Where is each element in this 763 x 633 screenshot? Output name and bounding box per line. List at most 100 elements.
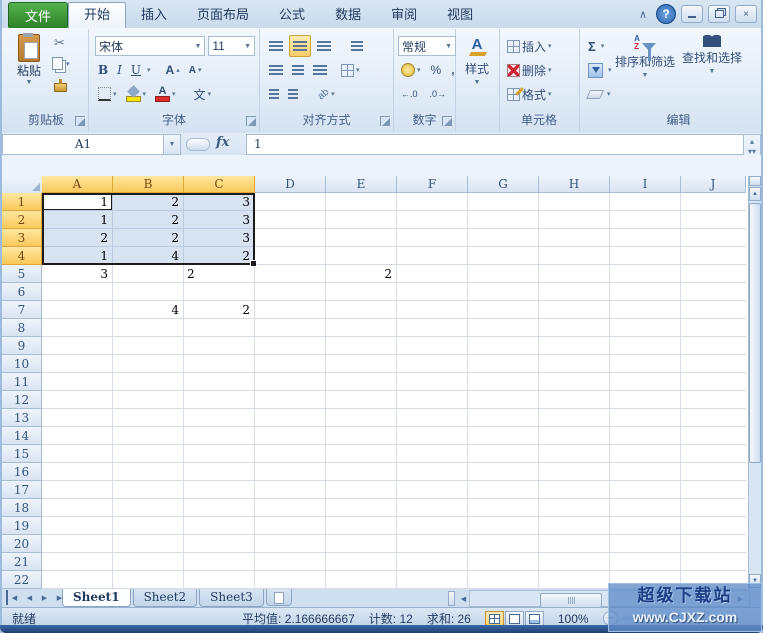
number-dialog-launcher-icon[interactable]	[442, 116, 452, 126]
cell-B7[interactable]: 4	[116, 303, 179, 317]
vertical-split-handle[interactable]	[749, 176, 761, 186]
column-header-B[interactable]: B	[113, 176, 184, 193]
clear-button[interactable]	[585, 84, 605, 104]
row-header-7[interactable]: 7	[2, 301, 42, 319]
worksheet-grid[interactable]: A B C D E F G H I J 1 2 3 4 5 6 7 8 9 10 11 12 13 14 15 16 17 18 19 2…	[2, 176, 748, 589]
column-header-I[interactable]: I	[610, 176, 681, 193]
increase-indent-button[interactable]	[285, 84, 301, 104]
row-header-16[interactable]: 16	[2, 463, 42, 481]
font-dialog-launcher-icon[interactable]	[246, 116, 256, 126]
restore-button[interactable]	[708, 5, 730, 23]
row-header-22[interactable]: 22	[2, 571, 42, 589]
tab-file[interactable]: 文件	[8, 2, 68, 29]
orientation-button[interactable]: ab ▾	[315, 84, 338, 104]
row-header-5[interactable]: 5	[2, 265, 42, 283]
cell-C4[interactable]: 2	[187, 249, 250, 263]
borders-button[interactable]: ▾	[95, 84, 120, 104]
minimize-button[interactable]	[681, 5, 703, 23]
wrap-text-button[interactable]	[348, 36, 366, 56]
cell-B2[interactable]: 2	[116, 213, 179, 227]
cell-A5[interactable]: 3	[45, 267, 108, 281]
italic-button[interactable]: I	[114, 60, 125, 80]
alignment-dialog-launcher-icon[interactable]	[380, 116, 390, 126]
ribbon-tab-2[interactable]: 插入	[126, 2, 182, 28]
tab-split-handle[interactable]	[448, 591, 455, 606]
row-header-6[interactable]: 6	[2, 283, 42, 301]
percent-style-button[interactable]: %	[428, 60, 445, 80]
align-right-button[interactable]	[310, 60, 330, 80]
number-format-select[interactable]: 常规 ▼	[398, 36, 456, 56]
cell-E5[interactable]: 2	[329, 267, 392, 281]
styles-button[interactable]: A 样式 ▼	[459, 33, 495, 86]
font-color-button[interactable]: A ▾	[152, 84, 179, 104]
zoom-level[interactable]: 100%	[558, 612, 589, 626]
row-header-17[interactable]: 17	[2, 481, 42, 499]
horizontal-scrollbar-thumb[interactable]	[540, 593, 602, 608]
cell-B4[interactable]: 4	[116, 249, 179, 263]
clipboard-dialog-launcher-icon[interactable]	[75, 116, 85, 126]
insert-function-button[interactable]: fx	[216, 135, 242, 150]
middle-align-button[interactable]	[289, 35, 311, 57]
row-header-14[interactable]: 14	[2, 427, 42, 445]
underline-dropdown-icon[interactable]: ▾	[147, 66, 151, 74]
column-header-F[interactable]: F	[397, 176, 468, 193]
decrease-indent-button[interactable]	[266, 84, 282, 104]
ribbon-tab-5[interactable]: 数据	[320, 2, 376, 28]
cut-button[interactable]: ✂	[54, 35, 65, 51]
row-header-11[interactable]: 11	[2, 373, 42, 391]
paste-button[interactable]: 粘贴 ▼	[10, 33, 48, 86]
ribbon-tab-3[interactable]: 页面布局	[182, 2, 264, 28]
row-header-9[interactable]: 9	[2, 337, 42, 355]
cell-C2[interactable]: 3	[187, 213, 250, 227]
row-header-2[interactable]: 2	[2, 211, 42, 229]
sheet-tab-Sheet3[interactable]: Sheet3	[199, 589, 264, 607]
row-header-18[interactable]: 18	[2, 499, 42, 517]
close-button[interactable]: ×	[735, 5, 757, 23]
row-header-20[interactable]: 20	[2, 535, 42, 553]
bottom-align-button[interactable]	[314, 36, 334, 56]
ribbon-tab-4[interactable]: 公式	[264, 2, 320, 28]
next-sheet-button[interactable]: ▶	[38, 590, 51, 605]
cell-C7[interactable]: 2	[187, 303, 250, 317]
column-header-A[interactable]: A	[42, 176, 113, 193]
sheet-tab-Sheet1[interactable]: Sheet1	[62, 589, 131, 607]
insert-worksheet-button[interactable]	[265, 589, 292, 606]
sheet-tab-Sheet2[interactable]: Sheet2	[132, 589, 198, 607]
row-header-15[interactable]: 15	[2, 445, 42, 463]
top-align-button[interactable]	[266, 36, 286, 56]
accounting-format-button[interactable]: ▾	[398, 60, 424, 80]
row-header-19[interactable]: 19	[2, 517, 42, 535]
cell-C5[interactable]: 2	[187, 267, 250, 281]
ribbon-tab-7[interactable]: 视图	[432, 2, 488, 28]
vertical-scrollbar[interactable]: ▲ ▼	[748, 176, 761, 589]
prev-sheet-button[interactable]: ◀	[23, 590, 36, 605]
help-icon[interactable]: ?	[656, 4, 676, 24]
formula-bar-splitter[interactable]	[186, 138, 210, 151]
fill-color-button[interactable]: ▾	[123, 84, 150, 104]
vertical-scrollbar-thumb[interactable]	[749, 203, 761, 463]
scroll-left-button[interactable]: ◀	[457, 591, 470, 606]
row-header-21[interactable]: 21	[2, 553, 42, 571]
ribbon-tab-6[interactable]: 审阅	[376, 2, 432, 28]
row-header-12[interactable]: 12	[2, 391, 42, 409]
phonetic-button[interactable]: 文 ▾	[191, 84, 215, 104]
row-header-4[interactable]: 4	[2, 247, 42, 265]
sort-filter-button[interactable]: AZ 排序和筛选 ▼	[612, 31, 678, 80]
name-box[interactable]: A1	[2, 134, 164, 155]
cell-C3[interactable]: 3	[187, 231, 250, 245]
column-header-E[interactable]: E	[326, 176, 397, 193]
name-box-dropdown-icon[interactable]: ▼	[163, 134, 181, 155]
font-size-select[interactable]: 11 ▼	[208, 36, 255, 56]
delete-cells-button[interactable]: 删除 ▾	[504, 60, 555, 80]
row-header-8[interactable]: 8	[2, 319, 42, 337]
paste-dropdown-icon[interactable]: ▼	[10, 79, 48, 86]
increase-decimal-button[interactable]: ←.0	[398, 84, 421, 104]
column-header-D[interactable]: D	[255, 176, 326, 193]
column-header-J[interactable]: J	[681, 176, 746, 193]
bold-button[interactable]: B	[95, 60, 111, 80]
collapse-ribbon-icon[interactable]: ∧	[635, 8, 651, 21]
font-name-select[interactable]: 宋体 ▼	[95, 36, 206, 56]
cell-A3[interactable]: 2	[45, 231, 108, 245]
insert-cells-button[interactable]: 插入 ▾	[504, 36, 555, 56]
column-header-C[interactable]: C	[184, 176, 255, 193]
